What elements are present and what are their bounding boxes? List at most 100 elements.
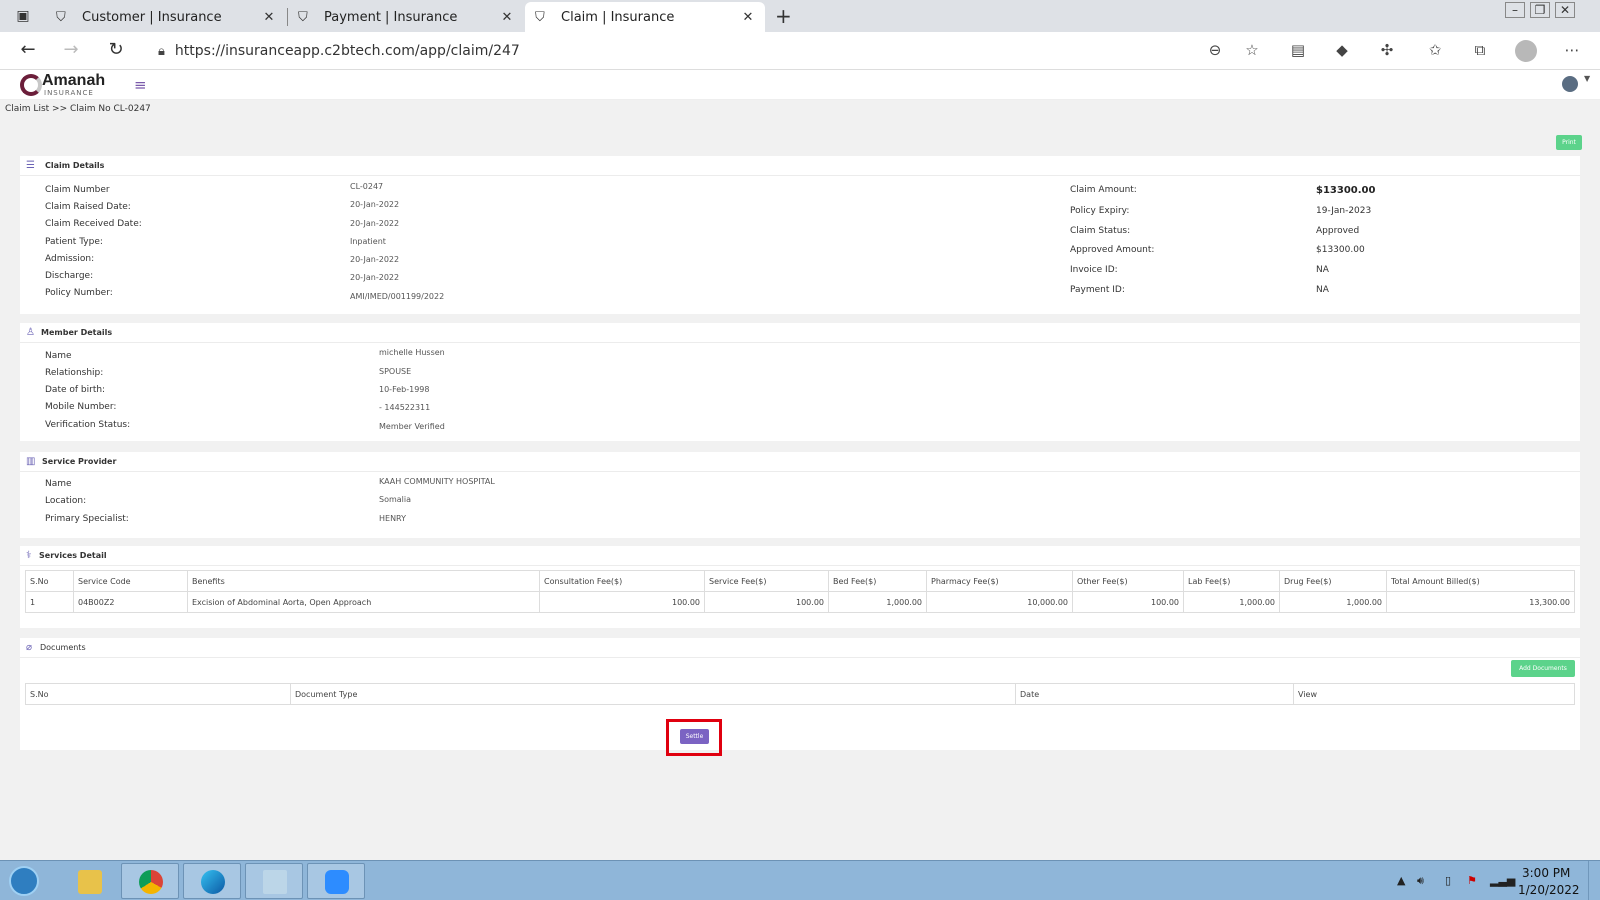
table-cell: 13,300.00	[1386, 591, 1575, 613]
settle-highlight: Settle	[666, 719, 722, 756]
claim-received-label: Claim Received Date:	[45, 219, 142, 229]
close-icon[interactable]: ✕	[741, 10, 755, 25]
chrome-logo-icon	[139, 870, 163, 894]
user-icon: ♙	[26, 327, 35, 338]
mobile-label: Mobile Number:	[45, 402, 117, 412]
tab-actions-icon[interactable]: ▣	[14, 7, 32, 25]
chevron-down-icon[interactable]: ▼	[1584, 74, 1590, 83]
documents-table: S.No Document Type Date View	[25, 683, 1575, 705]
settle-button[interactable]: Settle	[680, 729, 709, 744]
dob-label: Date of birth:	[45, 385, 106, 395]
stethoscope-icon: ⚕	[26, 550, 32, 561]
tab-title: Customer | Insurance	[82, 9, 222, 25]
menu-toggle-icon[interactable]: ≡	[134, 76, 147, 94]
url-text: https://insuranceapp.c2btech.com/app/cla…	[174, 43, 520, 59]
minimize-icon[interactable]: –	[1505, 2, 1525, 18]
zoom-out-icon[interactable]: ⊖	[1205, 41, 1225, 59]
zoom-logo-icon	[325, 870, 349, 894]
network-icon[interactable]: ▂▃▅	[1490, 874, 1515, 887]
card-header: ☰ Claim Details	[20, 156, 1580, 176]
column-header: Other Fee($)	[1072, 570, 1184, 592]
card-header: ⌀ Documents	[20, 638, 1580, 658]
services-table: S.No Service Code Benefits Consultation …	[25, 570, 1575, 613]
main-content: Claim List >> Claim No CL-0247 Print ☰ C…	[0, 100, 1600, 860]
policy-expiry-value: 19-Jan-2023	[1316, 206, 1372, 216]
action-center-icon[interactable]: ⚑	[1467, 874, 1477, 887]
relationship-label: Relationship:	[45, 368, 104, 378]
favorites-icon[interactable]: ✩	[1425, 41, 1445, 59]
tab-payment[interactable]: ⛉ Payment | Insurance ✕	[288, 2, 524, 32]
extension-shield-icon[interactable]: ◆	[1332, 41, 1352, 59]
user-avatar[interactable]	[1562, 76, 1578, 92]
column-header: Service Code	[73, 570, 188, 592]
tab-title: Claim | Insurance	[561, 9, 675, 25]
approved-amount-label: Approved Amount:	[1070, 245, 1155, 255]
claim-received-value: 20-Jan-2022	[350, 219, 400, 228]
add-documents-button[interactable]: Add Documents	[1511, 660, 1575, 677]
forward-icon[interactable]: →	[59, 39, 83, 60]
card-title: Member Details	[41, 328, 113, 337]
card-title: Services Detail	[39, 551, 107, 560]
clock-date[interactable]: 1/20/2022	[1518, 883, 1580, 897]
restore-icon[interactable]: ❐	[1530, 2, 1550, 18]
tab-customer[interactable]: ⛉ Customer | Insurance ✕	[46, 2, 286, 32]
browser-tab-bar: ▣ ⛉ Customer | Insurance ✕ ⛉ Payment | I…	[0, 0, 1600, 32]
invoice-id-value: NA	[1316, 265, 1329, 275]
column-header: S.No	[25, 683, 291, 705]
column-header: Lab Fee($)	[1183, 570, 1280, 592]
card-title: Service Provider	[42, 457, 117, 466]
edge-icon[interactable]	[183, 863, 241, 899]
profile-icon[interactable]	[1515, 40, 1537, 62]
shield-icon: ⛉	[56, 9, 66, 25]
extensions-icon[interactable]: ✣	[1377, 41, 1397, 59]
clock-time[interactable]: 3:00 PM	[1522, 866, 1570, 880]
column-header: Date	[1015, 683, 1294, 705]
file-explorer-icon[interactable]	[60, 863, 118, 899]
specialist-value: HENRY	[379, 514, 406, 523]
claim-status-label: Claim Status:	[1070, 226, 1131, 236]
clipboard-icon[interactable]: ▤	[1288, 41, 1308, 59]
table-cell: 1,000.00	[1279, 591, 1387, 613]
patient-type-label: Patient Type:	[45, 237, 103, 247]
new-tab-icon[interactable]: +	[775, 4, 792, 28]
amanah-logo[interactable]: Amanah INSURANCE	[20, 72, 110, 98]
admission-label: Admission:	[45, 254, 95, 264]
print-button[interactable]: Print	[1556, 135, 1582, 150]
battery-icon[interactable]: ▯	[1445, 874, 1451, 887]
claim-details-card: ☰ Claim Details Claim Number CL-0247 Cla…	[20, 156, 1580, 314]
logo-subtext: INSURANCE	[44, 89, 94, 97]
service-provider-card: ▥ Service Provider Name KAAH COMMUNITY H…	[20, 452, 1580, 538]
zoom-icon[interactable]	[307, 863, 365, 899]
tab-claim[interactable]: ⛉ Claim | Insurance ✕	[525, 2, 765, 32]
window-close-icon[interactable]: ✕	[1555, 2, 1575, 18]
breadcrumb[interactable]: Claim List >> Claim No CL-0247	[5, 104, 151, 114]
close-icon[interactable]: ✕	[262, 10, 276, 25]
close-icon[interactable]: ✕	[500, 10, 514, 25]
url-field[interactable]: 🔒︎ https://insuranceapp.c2btech.com/app/…	[150, 36, 1250, 66]
chrome-icon[interactable]	[121, 863, 179, 899]
table-cell: 10,000.00	[926, 591, 1073, 613]
add-favorite-icon[interactable]: ☆	[1242, 41, 1262, 59]
volume-icon[interactable]: 🔊︎	[1417, 874, 1424, 888]
start-icon[interactable]	[9, 866, 39, 896]
taskbar: ▲ 🔊︎ ▯ ⚑ ▂▃▅ 3:00 PM 1/20/2022	[0, 860, 1600, 900]
claim-number-value: CL-0247	[350, 182, 384, 191]
table-cell: 1	[25, 591, 74, 613]
refresh-icon[interactable]: ↻	[104, 39, 128, 60]
back-icon[interactable]: ←	[16, 39, 40, 60]
provider-name-value: KAAH COMMUNITY HOSPITAL	[379, 477, 495, 486]
paperclip-icon: ⌀	[26, 642, 33, 653]
claim-amount-value: $13300.00	[1316, 185, 1376, 196]
collections-icon[interactable]: ⧉	[1470, 41, 1490, 59]
table-header-row: S.No Document Type Date View	[25, 683, 1575, 705]
notepad-icon[interactable]	[245, 863, 303, 899]
table-cell: 04B00Z2	[73, 591, 188, 613]
column-header: Bed Fee($)	[828, 570, 927, 592]
more-icon[interactable]: ⋯	[1562, 41, 1582, 59]
card-title: Claim Details	[45, 161, 105, 170]
relationship-value: SPOUSE	[379, 367, 412, 376]
dob-value: 10-Feb-1998	[379, 385, 430, 394]
show-desktop-button[interactable]	[1588, 861, 1600, 900]
tray-expand-icon[interactable]: ▲	[1397, 874, 1405, 887]
claim-number-label: Claim Number	[45, 185, 110, 195]
